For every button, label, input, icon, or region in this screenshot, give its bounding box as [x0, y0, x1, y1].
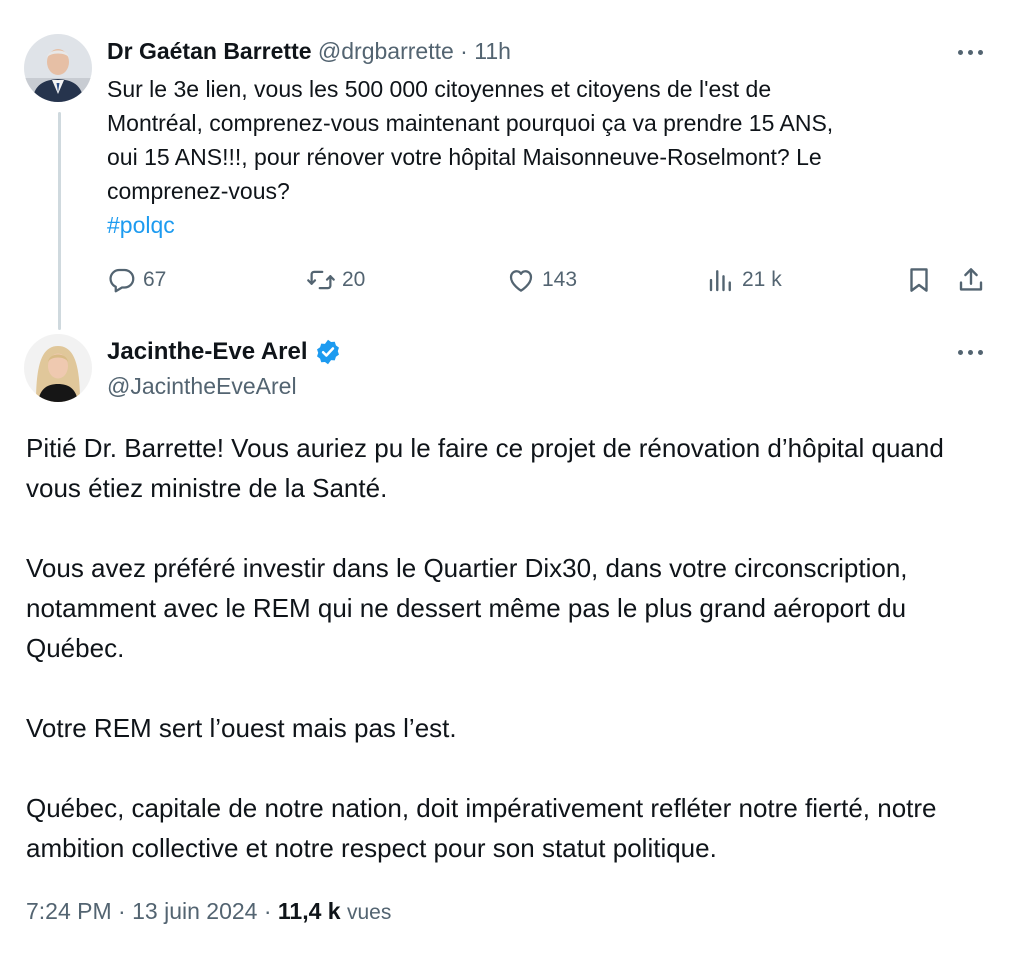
- main-author-name[interactable]: Jacinthe-Eve Arel: [107, 336, 308, 368]
- bookmark-icon: [910, 268, 928, 292]
- parent-tweet-header: Dr Gaétan Barrette @drgbarrette · 11h: [107, 36, 511, 66]
- hashtag-link[interactable]: #polqc: [107, 208, 967, 242]
- heart-icon: [509, 270, 533, 292]
- parent-text-line: oui 15 ANS!!!, pour rénover votre hôpita…: [107, 144, 822, 170]
- tweet-paragraph: Votre REM sert l’ouest mais pas l’est.: [26, 713, 457, 743]
- thread-connector-line: [58, 112, 61, 330]
- meta-separator: ·: [118, 898, 126, 924]
- more-horizontal-icon[interactable]: [956, 42, 986, 62]
- parent-tweet-text: Sur le 3e lien, vous les 500 000 citoyen…: [107, 72, 967, 242]
- repost-button[interactable]: 20: [306, 262, 365, 298]
- tweet-time[interactable]: 7:24 PM: [26, 898, 112, 924]
- parent-text-line: Montréal, comprenez-vous maintenant pour…: [107, 110, 834, 136]
- views-icon: [709, 270, 731, 292]
- reply-button[interactable]: 67: [107, 262, 166, 298]
- like-button[interactable]: 143: [506, 262, 577, 298]
- tweet-meta-footer: 7:24 PM · 13 juin 2024 · 11,4 k vues: [26, 895, 391, 929]
- tweet-views-label: vues: [346, 901, 392, 924]
- repost-icon: [307, 270, 335, 290]
- tweet-paragraph: Vous avez préféré investir dans le Quart…: [26, 553, 908, 663]
- more-horizontal-icon[interactable]: [956, 342, 986, 362]
- parent-text-line: Sur le 3e lien, vous les 500 000 citoyen…: [107, 76, 772, 102]
- main-tweet-text: Pitié Dr. Barrette! Vous auriez pu le fa…: [26, 428, 986, 868]
- main-author-name-row: Jacinthe-Eve Arel: [107, 336, 342, 368]
- share-button[interactable]: [956, 262, 992, 298]
- avatar-jacintheevearel[interactable]: [24, 334, 92, 402]
- tweet-paragraph: Québec, capitale de notre nation, doit i…: [26, 793, 937, 863]
- verified-badge-icon[interactable]: [314, 338, 342, 366]
- parent-tweet-time[interactable]: 11h: [474, 38, 511, 64]
- parent-text-line: comprenez-vous?: [107, 178, 290, 204]
- tweet-date[interactable]: 13 juin 2024: [132, 898, 257, 924]
- tweet-paragraph: Pitié Dr. Barrette! Vous auriez pu le fa…: [26, 433, 944, 503]
- main-author-handle[interactable]: @JacintheEveArel: [107, 370, 297, 402]
- parent-author-handle[interactable]: @drgbarrette: [318, 38, 454, 64]
- reply-icon: [109, 268, 135, 293]
- views-button[interactable]: 21 k: [706, 262, 782, 298]
- reply-count: 67: [143, 268, 167, 291]
- repost-count: 20: [342, 268, 366, 291]
- avatar-drgbarrette[interactable]: [24, 34, 92, 102]
- share-icon: [959, 268, 983, 291]
- like-count: 143: [542, 268, 578, 291]
- views-count: 21 k: [742, 268, 782, 291]
- header-separator: ·: [460, 38, 468, 64]
- meta-separator: ·: [263, 898, 272, 924]
- bookmark-button[interactable]: [904, 262, 940, 298]
- parent-author-name[interactable]: Dr Gaétan Barrette: [107, 38, 312, 64]
- tweet-views-count: 11,4 k: [277, 898, 341, 924]
